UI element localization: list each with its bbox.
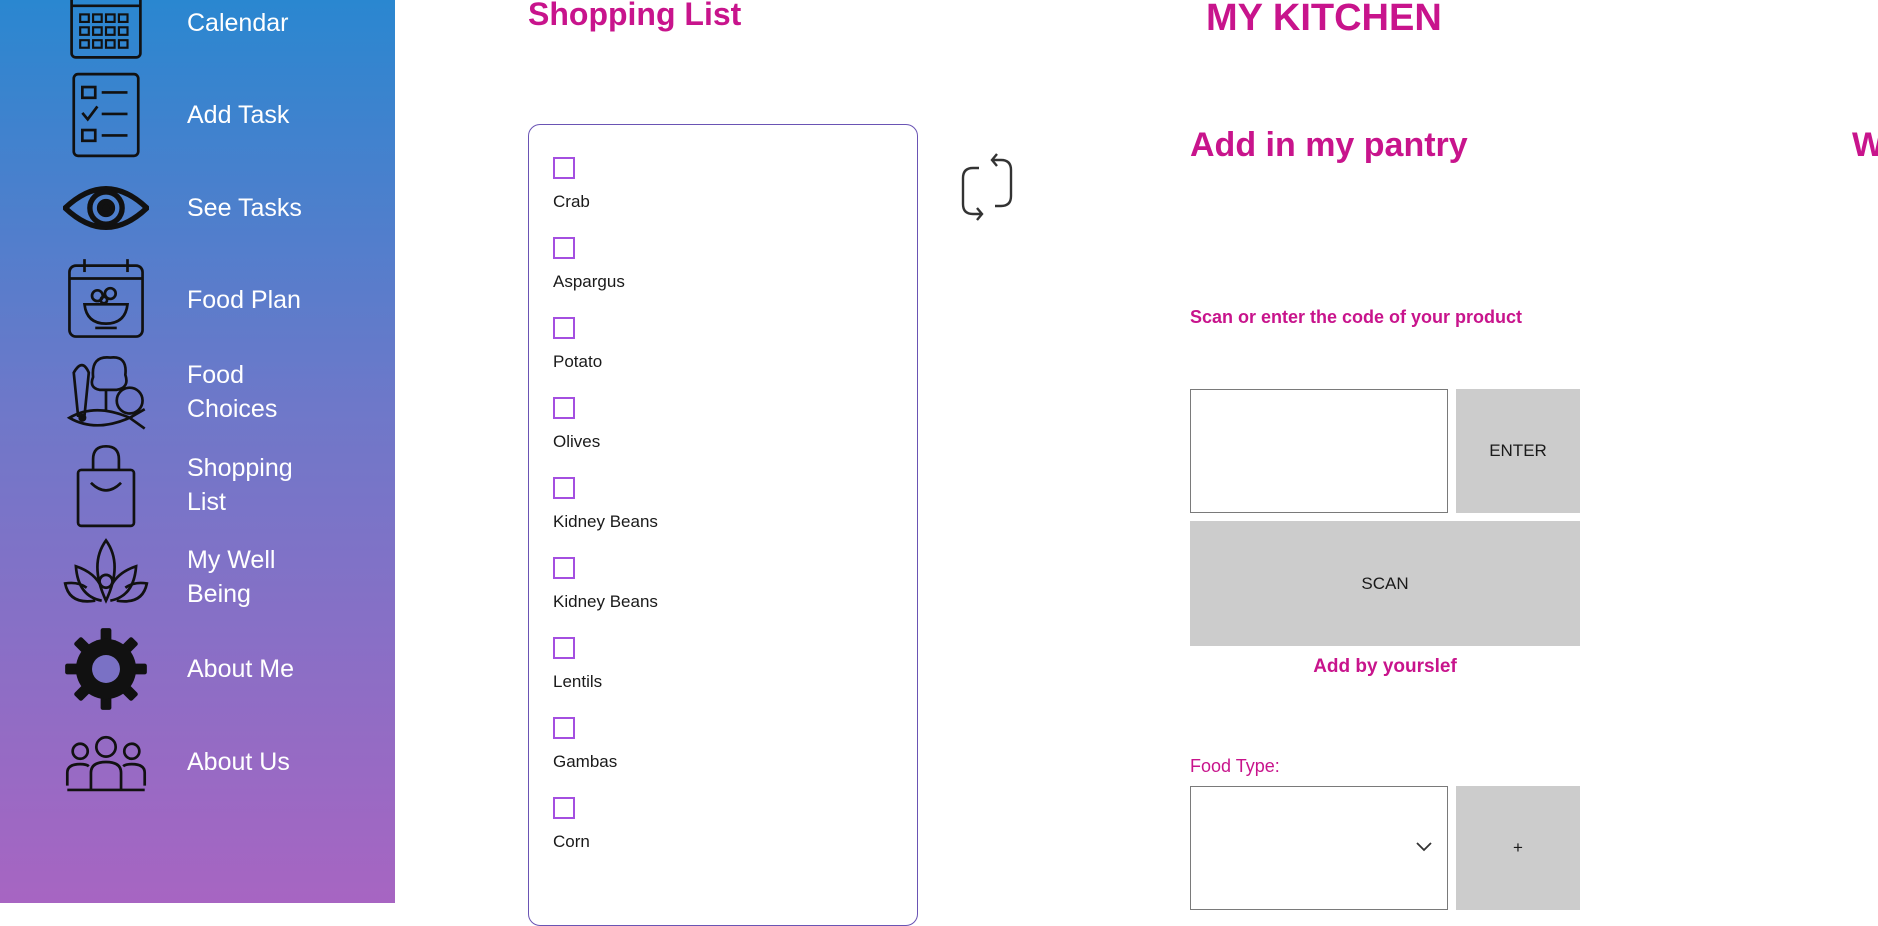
item-label: Kidney Beans [553,592,658,611]
add-by-yourself-label: Add by yourslef [1313,656,1457,677]
sidebar-item-shopping-list[interactable]: Shopping List [0,440,395,530]
sidebar-item-food-choices[interactable]: Food Choices [0,347,395,437]
item-label: Lentils [553,672,603,691]
item-label: Gambas [553,752,618,771]
sidebar-item-label: Shopping List [187,454,293,516]
food-type-label: Food Type: [1190,756,1280,776]
item-checkbox[interactable] [553,637,575,659]
item-checkbox[interactable] [553,477,575,499]
scan-button[interactable]: SCAN [1190,521,1580,646]
item-checkbox[interactable] [553,397,575,419]
list-item: Crab [553,157,853,212]
list-item: Kidney Beans [553,557,853,612]
item-checkbox[interactable] [553,157,575,179]
group-icon [62,718,150,806]
item-checkbox[interactable] [553,317,575,339]
item-checkbox[interactable] [553,557,575,579]
pantry-title: Add in my pantry [1190,126,1468,164]
eye-icon [62,164,150,252]
sidebar-item-about-me[interactable]: About Me [0,624,395,714]
food-plan-icon [62,256,150,344]
sidebar-item-label: About Me [187,655,295,683]
shopping-list-title: Shopping List [528,0,742,32]
sidebar-item-food-plan[interactable]: Food Plan [0,255,395,345]
refresh-button[interactable] [957,152,1017,222]
page-title: MY KITCHEN [1206,0,1442,39]
item-checkbox[interactable] [553,797,575,819]
refresh-icon [961,153,1013,221]
chevron-down-icon [1416,842,1432,852]
sidebar-item-label: Food Plan [187,286,301,314]
shopping-bag-icon [62,441,150,529]
list-item: Corn [553,797,853,852]
lotus-icon [62,533,150,621]
enter-button[interactable]: ENTER [1456,389,1580,513]
sidebar-item-label: Food Choices [187,361,278,423]
list-item: Olives [553,397,853,452]
food-type-select[interactable] [1190,786,1448,910]
item-label: Olives [553,432,601,451]
list-item: Lentils [553,637,853,692]
checklist-icon [62,71,150,159]
shopping-list-box[interactable]: Crab Aspargus Potato Olives Kidney Beans… [528,124,918,926]
sidebar-item-about-us[interactable]: About Us [0,717,395,807]
scan-instructions: Scan or enter the code of your product [1190,307,1523,327]
list-item: Aspargus [553,237,853,292]
gear-icon [62,625,150,713]
item-label: Aspargus [553,272,625,291]
add-food-type-button[interactable]: + [1456,786,1580,910]
sidebar-item-add-task[interactable]: Add Task [0,70,395,160]
sidebar-item-label: My Well Being [187,546,276,608]
sidebar-item-label: About Us [187,748,290,776]
list-item: Gambas [553,717,853,772]
list-item: Potato [553,317,853,372]
item-label: Potato [553,352,603,371]
sidebar-item-calendar[interactable]: Calendar [0,0,395,68]
item-checkbox[interactable] [553,237,575,259]
item-label: Corn [553,832,590,851]
list-item: Kidney Beans [553,477,853,532]
sidebar: Calendar Add Task See Tasks Food Plan Fo… [0,0,395,903]
sidebar-item-see-tasks[interactable]: See Tasks [0,163,395,253]
sidebar-item-my-well-being[interactable]: My Well Being [0,532,395,622]
vegetables-icon [62,348,150,436]
sidebar-item-label: Calendar [187,9,289,37]
sidebar-item-label: Add Task [187,101,290,129]
item-checkbox[interactable] [553,717,575,739]
sidebar-item-label: See Tasks [187,194,302,222]
item-label: Kidney Beans [553,512,658,531]
next-section-title: W [1852,126,1878,164]
item-label: Crab [553,192,590,211]
calendar-icon [62,0,150,67]
product-code-input[interactable] [1190,389,1448,513]
